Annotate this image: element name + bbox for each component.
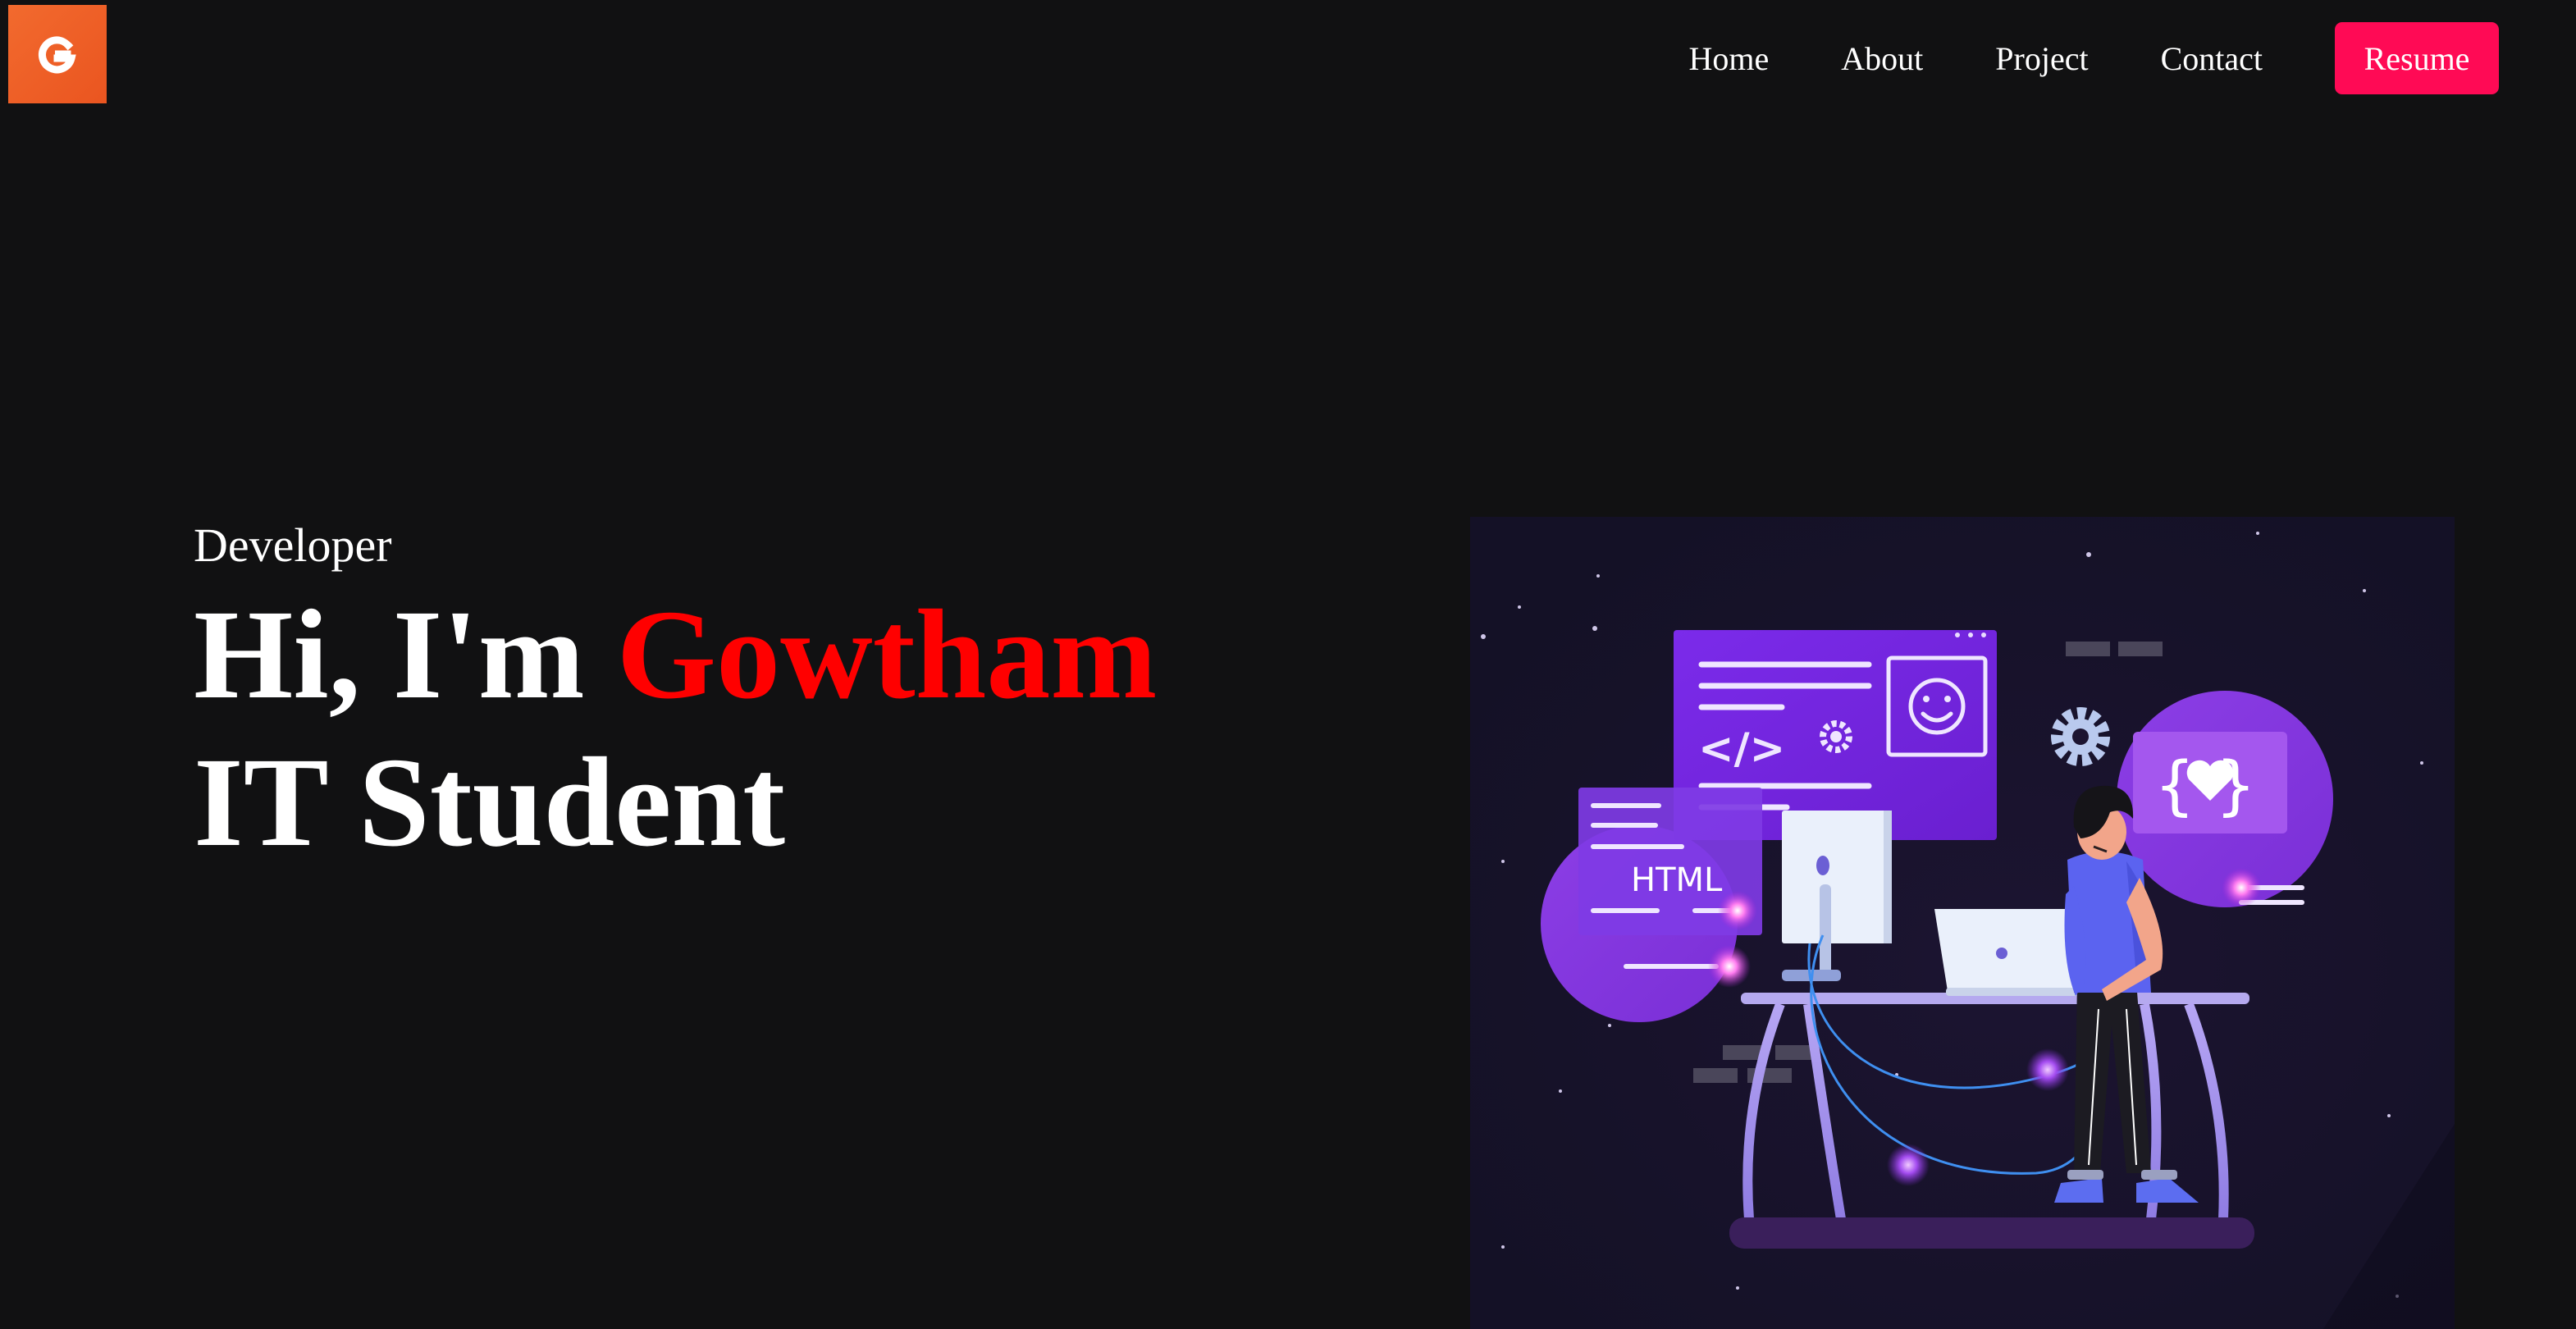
hero-role: IT Student bbox=[194, 731, 786, 873]
html-panel: HTML bbox=[1578, 788, 1762, 935]
hero-text: Developer Hi, I'm Gowtham IT Student bbox=[194, 510, 1157, 876]
glow-orb-cable-2 bbox=[1887, 1144, 1930, 1186]
nav-contact[interactable]: Contact bbox=[2161, 39, 2263, 78]
hero-headline: Hi, I'm Gowtham bbox=[194, 581, 1157, 728]
html-label: HTML bbox=[1631, 861, 1723, 899]
nav-project[interactable]: Project bbox=[1995, 39, 2088, 78]
developer-illustration: </> HTML {} bbox=[1470, 517, 2455, 1329]
page: Home About Project Contact Resume Develo… bbox=[0, 0, 2576, 1329]
hero-kicker: Developer bbox=[194, 518, 392, 572]
glow-orb-cable-1 bbox=[2026, 1048, 2069, 1091]
illustration-svg: </> HTML {} bbox=[1470, 517, 2455, 1329]
hero-name: Gowtham bbox=[616, 583, 1158, 725]
nav-about[interactable]: About bbox=[1841, 39, 1923, 78]
main-nav: Home About Project Contact Resume bbox=[1689, 21, 2499, 95]
resume-button[interactable]: Resume bbox=[2335, 22, 2499, 94]
heart-card: { } bbox=[2133, 732, 2287, 833]
hero-greeting: Hi, I'm bbox=[194, 583, 585, 725]
glow-orb-left bbox=[1708, 945, 1751, 988]
logo[interactable] bbox=[8, 5, 107, 103]
logo-g-icon bbox=[39, 36, 76, 74]
nav-home[interactable]: Home bbox=[1689, 39, 1770, 78]
code-tag-text: </> bbox=[1698, 724, 1785, 774]
glow-orb-right bbox=[2222, 868, 2261, 907]
